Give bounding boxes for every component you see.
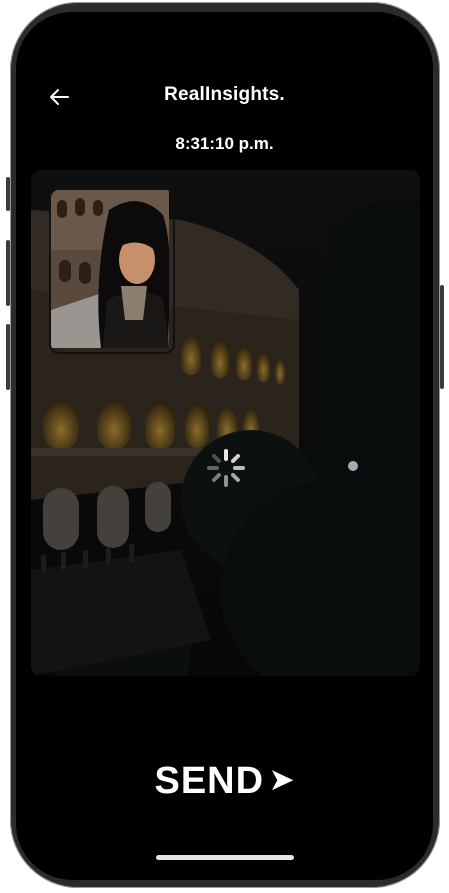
volume-down-button — [6, 324, 10, 390]
app-screen: RealInsights. 8:31:10 p.m. SEND ➤ — [16, 12, 433, 880]
selfie-image — [51, 190, 171, 348]
home-indicator[interactable] — [156, 855, 294, 860]
send-label: SEND — [154, 760, 265, 802]
action-button — [6, 177, 10, 211]
power-button — [440, 285, 444, 389]
send-arrow-icon: ➤ — [270, 764, 295, 795]
volume-up-button — [6, 240, 10, 306]
send-button[interactable]: SEND ➤ — [16, 760, 433, 803]
loading-spinner-icon — [207, 449, 245, 487]
app-title: RealInsights. — [164, 84, 285, 105]
capture-timestamp: 8:31:10 p.m. — [175, 134, 274, 153]
selfie-thumbnail[interactable] — [49, 188, 175, 354]
